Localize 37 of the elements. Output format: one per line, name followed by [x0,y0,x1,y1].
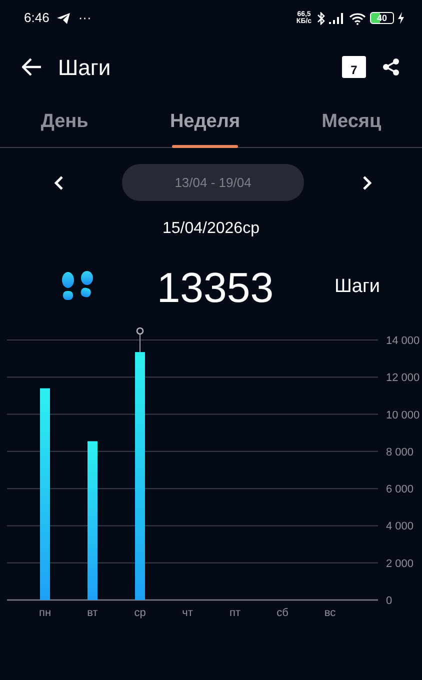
footprints-icon [60,271,96,303]
step-count: 13353 [156,264,274,310]
paper-plane-icon [57,12,70,24]
calendar-button[interactable]: 7 [342,56,366,78]
axis-tick-label: 2 000 [386,558,414,570]
axis-category-label: пн [38,607,52,619]
next-icon[interactable] [362,174,372,190]
axis-category-label: сб [276,607,288,619]
wifi-icon [349,12,366,24]
axis-category-label: вс [324,607,336,619]
axis-tick-label: 8 000 [386,446,414,458]
axis-tick-label: 12 000 [386,372,420,384]
tab[interactable]: Неделя [160,100,250,145]
axis-tick-label: 14 000 [386,335,420,347]
tab[interactable]: Месяц [312,100,392,145]
steps-label: Шаги [334,274,380,299]
axis-category-label: ср [134,607,146,619]
date-range-selector[interactable]: 13/04 - 19/04 [122,164,304,201]
axis-tick-label: 6 000 [386,484,414,496]
previous-icon[interactable] [54,174,64,190]
axis-category-label: пт [230,607,240,619]
clock-time: 6:46 [24,9,50,28]
selection-marker [136,327,144,353]
axis-category-label: вт [87,607,98,619]
bluetooth-icon [317,12,325,24]
axis-tick-label: 4 000 [386,520,414,533]
signal-icon [329,12,345,24]
back-icon[interactable] [22,58,42,76]
axis-category-label: чт [182,607,193,619]
notification-dots: ··· [78,9,92,28]
axis-tick-label: 0 [386,595,392,607]
screen-title: Шаги [58,54,112,82]
share-icon[interactable] [382,58,400,76]
charging-icon [398,12,404,24]
tab[interactable]: День [30,100,98,145]
axis-tick-label: 10 000 [386,409,420,422]
selected-date: 15/04/2026ср [162,220,260,237]
